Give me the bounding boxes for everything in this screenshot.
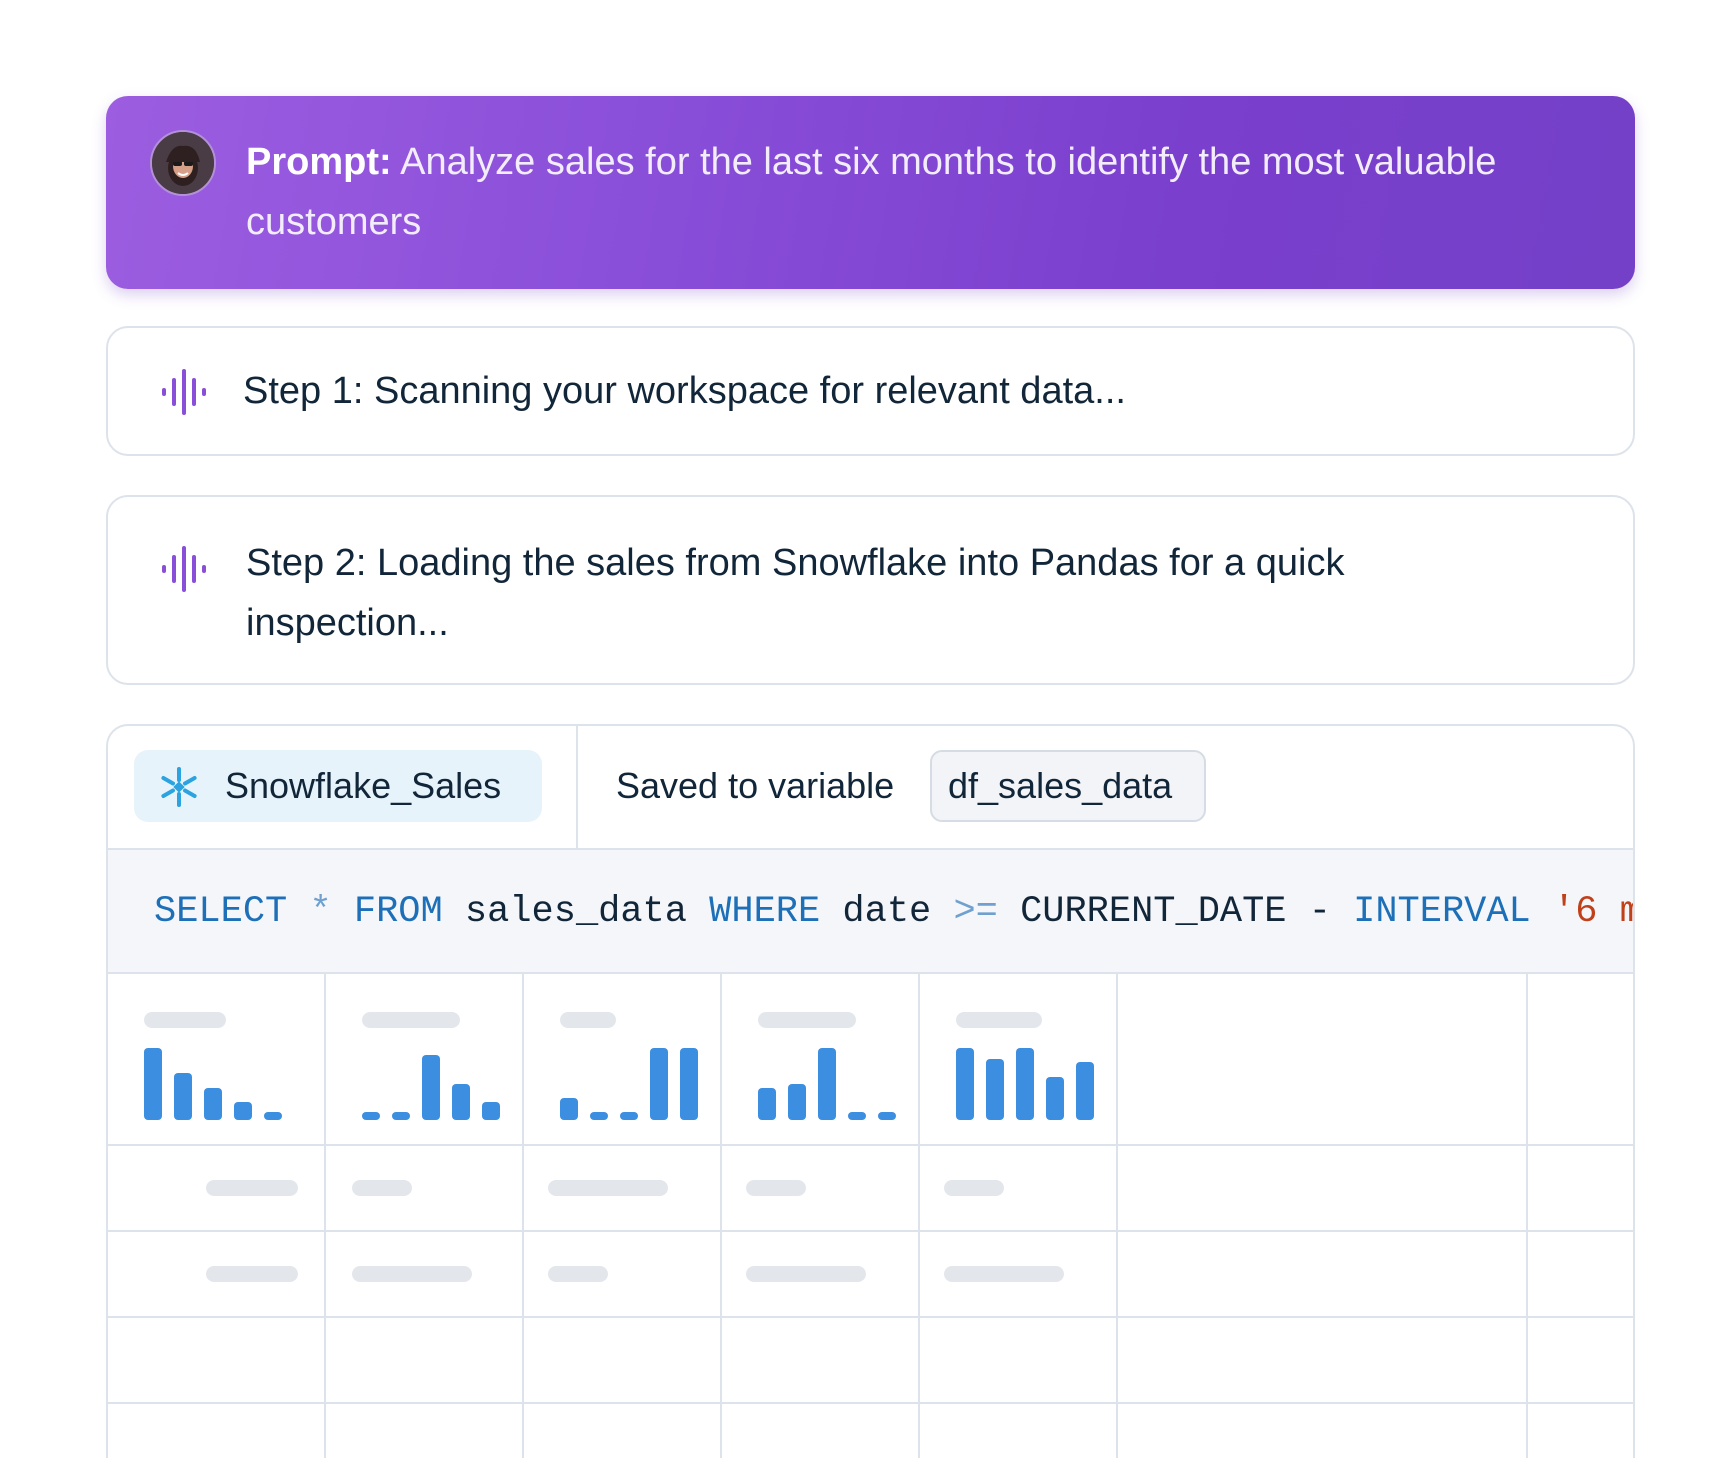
histogram-bar [590,1112,608,1120]
row-divider [108,1144,1633,1146]
audio-wave-icon [162,369,206,415]
column-divider [324,974,326,1458]
histogram-bar [680,1048,698,1120]
cell-placeholder [206,1180,298,1196]
histogram-bar [174,1073,192,1120]
column-divider [522,974,524,1458]
column-divider [720,974,722,1458]
histogram-bar [758,1088,776,1120]
sql-token: WHERE [709,891,821,933]
prompt-body: Analyze sales for the last six months to… [246,141,1497,243]
histogram-bar [1076,1062,1094,1120]
data-source-name: Snowflake_Sales [225,765,502,806]
histogram-bar [560,1098,578,1120]
histogram-bar [392,1112,410,1120]
histogram-bar [848,1112,866,1120]
histogram-bar [1046,1077,1064,1120]
snowflake-icon [161,767,197,807]
step-text: Step 1: Scanning your workspace for rele… [243,370,1126,412]
cell-placeholder [206,1266,298,1282]
sql-token: '6 months' [1552,891,1633,933]
histogram-bar [818,1048,836,1120]
cell-placeholder [352,1180,412,1196]
column-header-placeholder [956,1012,1042,1028]
cell-placeholder [944,1266,1064,1282]
data-panel: Snowflake_Sales Saved to variable df_sal… [106,724,1635,1458]
histogram-bar [144,1048,162,1120]
column-divider [1116,974,1118,1458]
saved-to-variable-label: Saved to variable [616,765,895,806]
row-divider [108,1230,1633,1232]
step-text: Step 2: Loading the sales from Snowflake… [246,542,1345,644]
cell-placeholder [548,1266,608,1282]
histogram-bar [878,1112,896,1120]
step-card-2: Step 2: Loading the sales from Snowflake… [106,495,1635,685]
column-divider [1526,974,1528,1458]
histogram-bar [986,1059,1004,1120]
cell-placeholder [352,1266,472,1282]
prompt-card: Prompt: Analyze sales for the last six m… [106,96,1635,289]
column-header-placeholder [560,1012,616,1028]
cell-placeholder [746,1180,806,1196]
audio-wave-icon [162,546,206,592]
prompt-text: Prompt: Analyze sales for the last six m… [246,132,1506,252]
histogram-bar [620,1112,638,1120]
sql-query: SELECT * FROM sales_data WHERE date >= C… [154,890,1633,934]
histogram-bar [204,1088,222,1120]
sql-token: >= [953,891,998,933]
sql-token: CURRENT_DATE - [997,891,1354,933]
histogram-bar [788,1084,806,1120]
sql-token: * [309,891,332,933]
row-divider [108,1316,1633,1318]
row-divider [108,1402,1633,1404]
column-header-placeholder [362,1012,460,1028]
column-header-placeholder [758,1012,856,1028]
cell-placeholder [944,1180,1004,1196]
sql-token: SELECT [154,891,288,933]
histogram-bar [650,1048,668,1120]
step-card-1: Step 1: Scanning your workspace for rele… [106,326,1635,456]
prompt-label: Prompt: [246,141,392,183]
histogram-bar [1016,1048,1034,1120]
cell-placeholder [746,1266,866,1282]
variable-name: df_sales_data [948,765,1173,806]
histogram-bar [362,1112,380,1120]
sql-token: INTERVAL [1353,891,1531,933]
panel-header: Snowflake_Sales Saved to variable df_sal… [108,726,1633,850]
cell-placeholder [548,1180,668,1196]
variable-chip[interactable]: df_sales_data [930,750,1206,822]
user-avatar [150,130,216,196]
column-divider [918,974,920,1458]
sql-query-row[interactable]: SELECT * FROM sales_data WHERE date >= C… [108,850,1633,974]
histogram-bar [956,1048,974,1120]
histogram-bar [482,1102,500,1120]
sql-token: sales_data [442,891,710,933]
dataframe-preview-grid [108,974,1633,1458]
header-divider [576,726,578,850]
column-header-placeholder [144,1012,226,1028]
data-source-chip[interactable]: Snowflake_Sales [134,750,542,822]
histogram-bar [452,1084,470,1120]
histogram-bar [234,1102,252,1120]
histogram-bar [264,1112,282,1120]
sql-token: FROM [353,891,443,933]
sql-token: date [820,891,954,933]
histogram-bar [422,1055,440,1120]
